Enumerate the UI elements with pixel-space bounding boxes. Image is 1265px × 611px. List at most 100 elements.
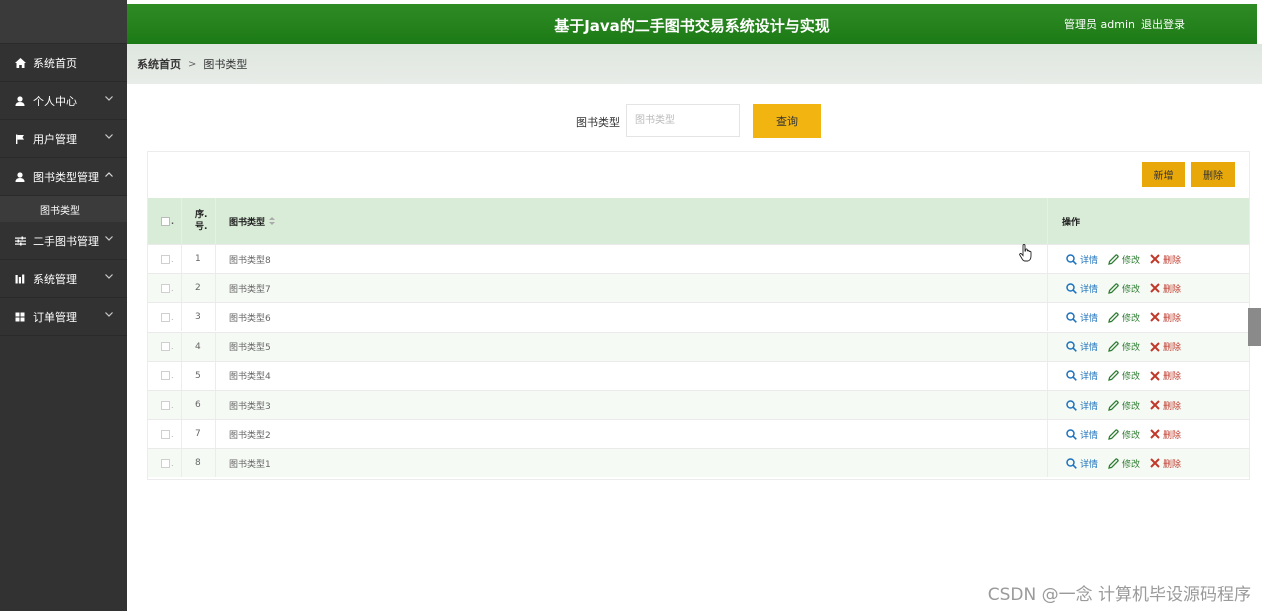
detail-button[interactable]: 详情 — [1066, 311, 1098, 324]
row-checkbox[interactable]: . — [161, 362, 174, 390]
search-label: 图书类型 — [576, 116, 620, 129]
detail-button[interactable]: 详情 — [1066, 282, 1098, 295]
delete-button[interactable]: 删除 — [1150, 311, 1181, 324]
current-user-label: 管理员 admin — [1064, 18, 1135, 31]
row-index: 2 — [195, 283, 201, 294]
row-checkbox[interactable]: . — [161, 274, 174, 302]
delete-button[interactable]: 删除 — [1150, 340, 1181, 353]
sidebar-logo-area — [0, 0, 127, 44]
detail-button[interactable]: 详情 — [1066, 253, 1098, 266]
batch-delete-button[interactable]: 删除 — [1191, 162, 1235, 187]
table-row: . 2 图书类型7 详情 修改 删除 — [148, 273, 1249, 303]
delete-button[interactable]: 删除 — [1150, 369, 1181, 382]
table-row: . 5 图书类型4 详情 修改 删除 — [148, 360, 1249, 390]
sidebar-item-home[interactable]: 系统首页 — [0, 44, 127, 82]
detail-button[interactable]: 详情 — [1066, 428, 1098, 441]
pencil-icon — [1108, 399, 1119, 411]
sidebar-item-users[interactable]: 用户管理 — [0, 120, 127, 158]
pencil-icon — [1108, 282, 1119, 294]
sidebar-item-orders[interactable]: 订单管理 — [0, 298, 127, 336]
scrollbar-thumb[interactable] — [1248, 308, 1261, 346]
close-icon — [1150, 458, 1160, 469]
sidebar-subitem-book-type[interactable]: 图书类型 — [0, 196, 127, 222]
pencil-icon — [1108, 370, 1119, 382]
row-book-type: 图书类型3 — [229, 401, 271, 412]
close-icon — [1150, 254, 1160, 264]
edit-button[interactable]: 修改 — [1108, 428, 1140, 441]
delete-button[interactable]: 删除 — [1150, 282, 1181, 295]
sidebar-subitem-label: 图书类型 — [40, 205, 80, 217]
row-actions: 详情 修改 删除 — [1066, 391, 1181, 419]
row-actions: 详情 修改 删除 — [1066, 449, 1181, 477]
chevron-down-icon — [105, 310, 113, 320]
row-checkbox[interactable]: . — [161, 391, 174, 419]
row-actions: 详情 修改 删除 — [1066, 274, 1181, 302]
sidebar-item-profile[interactable]: 个人中心 — [0, 82, 127, 120]
search-button[interactable]: 查询 — [753, 104, 821, 138]
table-row: . 6 图书类型3 详情 修改 删除 — [148, 390, 1249, 419]
select-all-checkbox[interactable]: . — [161, 198, 174, 244]
table-row: . 7 图书类型2 详情 修改 删除 — [148, 419, 1249, 449]
chevron-down-icon — [105, 94, 113, 104]
row-actions: 详情 修改 删除 — [1066, 420, 1181, 448]
row-checkbox[interactable]: . — [161, 333, 174, 361]
edit-button[interactable]: 修改 — [1108, 340, 1140, 353]
row-index: 6 — [195, 400, 201, 410]
sidebar-item-label: 系统管理 — [33, 272, 77, 286]
row-book-type: 图书类型7 — [229, 284, 271, 295]
sliders-icon — [14, 235, 26, 247]
delete-button[interactable]: 删除 — [1150, 457, 1181, 470]
logout-link[interactable]: 退出登录 — [1141, 16, 1185, 32]
row-book-type: 图书类型8 — [229, 255, 271, 266]
delete-button[interactable]: 删除 — [1150, 428, 1181, 441]
row-checkbox[interactable]: . — [161, 420, 174, 448]
detail-button[interactable]: 详情 — [1066, 457, 1098, 470]
search-icon — [1066, 341, 1077, 352]
row-checkbox[interactable]: . — [161, 245, 174, 273]
delete-button[interactable]: 删除 — [1150, 399, 1181, 412]
sidebar-item-book-types[interactable]: 图书类型管理 — [0, 158, 127, 196]
table-row: . 3 图书类型6 详情 修改 删除 — [148, 302, 1249, 332]
search-input[interactable] — [626, 104, 740, 137]
home-icon — [14, 57, 26, 69]
table-header: . 序. 号. 图书类型 操作 — [148, 198, 1249, 244]
edit-button[interactable]: 修改 — [1108, 369, 1140, 382]
detail-button[interactable]: 详情 — [1066, 369, 1098, 382]
row-checkbox[interactable]: . — [161, 303, 174, 331]
row-actions: 详情 修改 删除 — [1066, 333, 1181, 361]
sidebar-item-used-books[interactable]: 二手图书管理 — [0, 222, 127, 260]
sort-icon[interactable] — [269, 217, 276, 225]
table-panel: 新增 删除 . 序. 号. 图书类型 操作 . 1 图书类型8 详情 修改 删除. 2 图书类… — [147, 151, 1250, 480]
edit-button[interactable]: 修改 — [1108, 399, 1140, 412]
breadcrumb-separator: > — [188, 58, 197, 70]
row-book-type: 图书类型5 — [229, 343, 271, 354]
pencil-icon — [1108, 312, 1119, 323]
row-index: 7 — [195, 429, 201, 440]
row-book-type: 图书类型1 — [229, 459, 271, 470]
delete-button[interactable]: 删除 — [1150, 253, 1181, 266]
sidebar-item-system[interactable]: 系统管理 — [0, 260, 127, 298]
pencil-icon — [1108, 458, 1119, 469]
close-icon — [1150, 400, 1160, 410]
row-checkbox[interactable]: . — [161, 449, 174, 477]
chevron-down-icon — [105, 132, 113, 142]
detail-button[interactable]: 详情 — [1066, 399, 1098, 412]
type-header[interactable]: 图书类型 — [229, 198, 276, 244]
add-button[interactable]: 新增 — [1142, 162, 1185, 187]
sidebar-item-label: 用户管理 — [33, 132, 77, 146]
close-icon — [1150, 429, 1160, 439]
edit-button[interactable]: 修改 — [1108, 253, 1140, 266]
edit-button[interactable]: 修改 — [1108, 282, 1140, 295]
table-row: . 4 图书类型5 详情 修改 删除 — [148, 331, 1249, 361]
sidebar-item-label: 图书类型管理 — [33, 170, 99, 184]
row-actions: 详情 修改 删除 — [1066, 245, 1181, 273]
pencil-icon — [1108, 341, 1119, 352]
pointer-cursor-icon — [1019, 244, 1032, 266]
page: 系统首页 个人中心 用户管理 图书类型管理 图书类型 二手图书管理 系统管理 订… — [0, 0, 1265, 611]
breadcrumb-home[interactable]: 系统首页 — [137, 56, 181, 72]
chart-icon — [14, 273, 26, 285]
user-icon — [14, 95, 26, 107]
edit-button[interactable]: 修改 — [1108, 311, 1140, 324]
detail-button[interactable]: 详情 — [1066, 340, 1098, 353]
edit-button[interactable]: 修改 — [1108, 457, 1140, 470]
